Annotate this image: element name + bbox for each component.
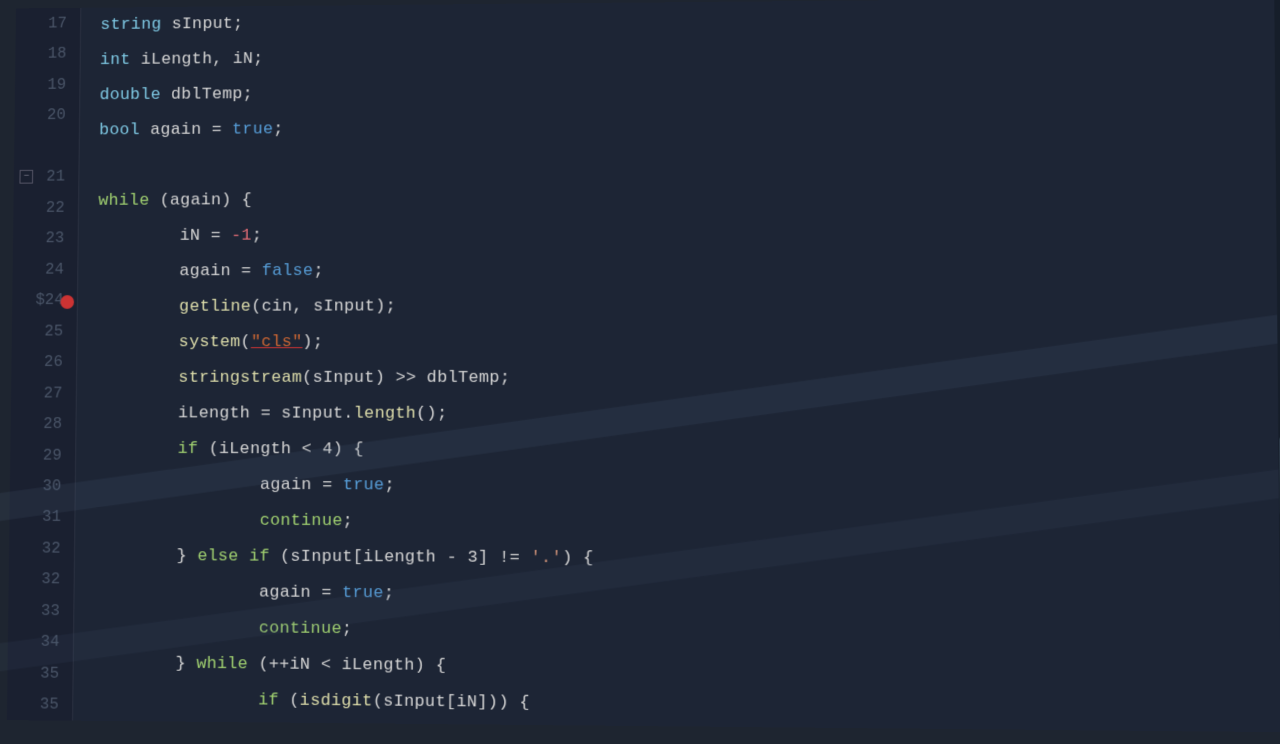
keyword-if: if bbox=[93, 689, 279, 710]
code-line: while (again) { bbox=[98, 178, 1276, 219]
code-text: dblTemp; bbox=[161, 85, 253, 104]
number-literal: -1 bbox=[231, 226, 252, 245]
code-editor: 17 18 19 20 21 − 22 23 24 $24 25 26 27 2… bbox=[7, 0, 1280, 732]
code-text: again = bbox=[95, 475, 343, 495]
code-text: ; bbox=[384, 476, 395, 495]
code-text bbox=[97, 333, 179, 352]
function-name: length bbox=[354, 404, 416, 423]
code-line: again = true; bbox=[95, 467, 1279, 507]
line-number: 32 bbox=[9, 533, 74, 564]
code-text: ) { bbox=[562, 549, 594, 568]
keyword-type: string bbox=[100, 15, 161, 34]
function-name: system bbox=[179, 333, 241, 352]
code-line: iLength = sInput.length(); bbox=[96, 396, 1278, 434]
code-line bbox=[99, 141, 1276, 183]
code-text: (sInput[iLength - 3] != bbox=[270, 547, 531, 567]
keyword-else-if: else if bbox=[197, 547, 270, 566]
line-number: 33 bbox=[8, 595, 73, 627]
keyword-type: double bbox=[100, 86, 161, 105]
line-number: 35 bbox=[7, 658, 73, 690]
code-line: if (iLength < 4) { bbox=[95, 431, 1278, 470]
function-name: stringstream bbox=[178, 368, 302, 387]
line-number: 18 bbox=[15, 38, 80, 69]
line-number: 25 bbox=[12, 316, 77, 347]
keyword-type: bool bbox=[99, 121, 140, 140]
line-number: 28 bbox=[10, 409, 75, 440]
keyword-continue: continue bbox=[92, 725, 425, 732]
bool-literal: false bbox=[262, 262, 314, 281]
line-number: 27 bbox=[11, 378, 76, 409]
code-content: string sInput; int iLength, iN; double d… bbox=[73, 0, 1280, 732]
code-text: ); bbox=[302, 333, 323, 352]
code-text: ; bbox=[252, 226, 262, 245]
function-name: getline bbox=[179, 297, 251, 316]
code-text: (iLength < 4) { bbox=[198, 440, 364, 459]
code-text: iN = bbox=[98, 226, 231, 245]
keyword-while: while bbox=[196, 654, 248, 673]
code-text: (again) { bbox=[149, 191, 252, 210]
line-number: 32 bbox=[8, 564, 73, 596]
line-number: 20 bbox=[14, 100, 79, 131]
code-text: } bbox=[94, 546, 197, 565]
line-number: 17 bbox=[16, 8, 81, 39]
char-literal: '.' bbox=[530, 548, 562, 567]
line-number: $24 bbox=[12, 285, 77, 316]
line-number bbox=[14, 131, 79, 162]
code-text: again = bbox=[94, 582, 342, 602]
code-text bbox=[97, 297, 179, 316]
line-number: 29 bbox=[10, 440, 75, 471]
line-number: 35 bbox=[7, 689, 73, 721]
function-name: isdigit bbox=[300, 691, 373, 711]
code-line: stringstream(sInput) >> dblTemp; bbox=[96, 360, 1278, 397]
breakpoint-indicator[interactable] bbox=[60, 295, 74, 309]
code-text: (); bbox=[416, 404, 447, 423]
code-text: ; bbox=[343, 512, 354, 531]
code-text bbox=[96, 368, 178, 387]
code-line: getline(cin, sInput); bbox=[97, 287, 1277, 325]
keyword-if: if bbox=[96, 439, 199, 458]
code-line: iN = -1; bbox=[98, 214, 1277, 254]
line-number: 31 bbox=[9, 502, 74, 533]
code-text: ( bbox=[279, 691, 300, 710]
line-number: 22 bbox=[13, 192, 78, 223]
bool-literal: true bbox=[342, 583, 384, 602]
keyword-type: int bbox=[100, 51, 131, 70]
code-line: again = false; bbox=[97, 250, 1276, 289]
code-text: ; bbox=[384, 584, 395, 603]
code-text: } bbox=[93, 654, 196, 674]
code-text: ; bbox=[273, 120, 283, 139]
code-text: sInput; bbox=[161, 15, 243, 34]
keyword-continue: continue bbox=[94, 618, 342, 639]
code-text: ; bbox=[313, 262, 323, 281]
keyword-continue: continue bbox=[95, 511, 343, 531]
line-number: 19 bbox=[15, 69, 80, 100]
code-line: continue; bbox=[95, 502, 1280, 543]
line-number: 21 − bbox=[14, 161, 79, 192]
fold-icon[interactable]: − bbox=[19, 170, 33, 184]
code-text: again = bbox=[98, 262, 262, 281]
code-text: again = bbox=[140, 120, 232, 139]
code-text: (cin, sInput); bbox=[251, 297, 396, 316]
keyword-while: while bbox=[98, 191, 149, 210]
line-number: 24 bbox=[12, 254, 77, 285]
string-literal: "cls" bbox=[251, 333, 303, 352]
code-text: ; bbox=[342, 619, 353, 638]
line-number: 23 bbox=[13, 223, 78, 254]
bool-literal: true bbox=[343, 476, 385, 495]
line-number: 26 bbox=[11, 347, 76, 378]
code-text: (++iN < iLength) { bbox=[248, 655, 446, 676]
code-line: system("cls"); bbox=[97, 323, 1278, 360]
bool-literal: true bbox=[232, 120, 273, 139]
line-number: 30 bbox=[10, 471, 75, 502]
code-text: ; bbox=[425, 729, 436, 733]
line-number-gutter: 17 18 19 20 21 − 22 23 24 $24 25 26 27 2… bbox=[7, 8, 82, 721]
line-number: 34 bbox=[8, 626, 74, 658]
code-text: (sInput) >> dblTemp; bbox=[302, 368, 510, 387]
code-text: iLength, iN; bbox=[130, 50, 263, 70]
code-text: ( bbox=[240, 333, 250, 352]
code-text: iLength = sInput. bbox=[96, 404, 354, 423]
code-text: (sInput[iN])) { bbox=[373, 692, 530, 713]
